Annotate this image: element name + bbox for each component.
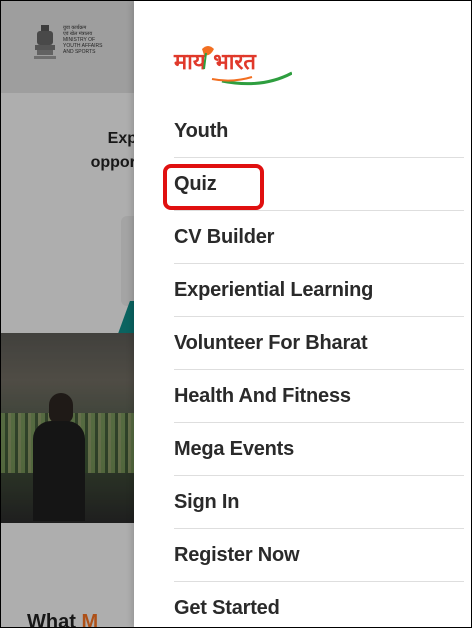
menu-item-cv-builder[interactable]: CV Builder: [174, 211, 464, 264]
logo-text: माय भारत: [173, 49, 257, 75]
background-page: युवा कार्यक्रम एवं खेल मंत्रालय MINISTRY…: [1, 1, 152, 627]
my-bharat-logo[interactable]: माय भारत: [172, 43, 292, 89]
menu-item-get-started[interactable]: Get Started: [174, 582, 464, 627]
screen-frame: युवा कार्यक्रम एवं खेल मंत्रालय MINISTRY…: [0, 0, 472, 628]
menu-item-volunteer-for-bharat[interactable]: Volunteer For Bharat: [174, 317, 464, 370]
menu-item-sign-in[interactable]: Sign In: [174, 476, 464, 529]
menu-item-mega-events[interactable]: Mega Events: [174, 423, 464, 476]
quiz-highlight-box: [163, 164, 264, 210]
menu-item-experiential-learning[interactable]: Experiential Learning: [174, 264, 464, 317]
menu-item-health-and-fitness[interactable]: Health And Fitness: [174, 370, 464, 423]
navigation-drawer: माय भारत Youth Quiz CV Builder Experient…: [134, 1, 471, 627]
menu-item-register-now[interactable]: Register Now: [174, 529, 464, 582]
menu-item-youth[interactable]: Youth: [174, 105, 464, 158]
backdrop-overlay[interactable]: [1, 1, 141, 627]
